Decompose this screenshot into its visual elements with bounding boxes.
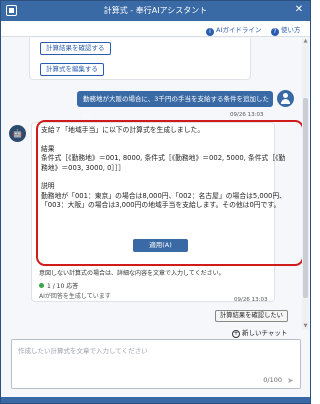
response-count: 1 / 10 応答 [39,281,78,290]
ai-guideline-label: AIガイドライン [216,26,262,34]
ai-answer-content: 支給７「地域手当」に以下の計算式を生成しました。 結果 条件式［《勤務地》＝00… [41,126,291,211]
explanation-text: 勤務地が「001：東京」の場合は8,000円、「002：名古屋」の場合は5,00… [41,191,286,210]
previous-ai-message: 計算結果を確認する 計算式を編集する [29,38,251,80]
ai-guideline-link[interactable]: i AIガイドライン [206,24,261,36]
edit-formula-suggestion-button[interactable]: 計算式を編集する [40,63,104,76]
answer-intro: 支給７「地域手当」に以下の計算式を生成しました。 [41,126,205,134]
result-heading: 結果 [41,144,55,153]
confirm-result-button[interactable]: 計算結果を確認したい [215,310,288,322]
plus-icon: + [232,330,240,338]
bottom-bar [1,397,310,403]
info-icon: i [206,28,214,36]
help-link[interactable]: ? 使い方 [271,24,301,36]
help-label: 使い方 [281,26,301,34]
message-input[interactable] [18,345,288,373]
scroll-up-icon[interactable]: ▲ [302,38,309,45]
toolbar: i AIガイドライン ? 使い方 [1,21,310,37]
title-bar: 計算式 - 奉行AIアシスタント ✕ [1,1,310,21]
status-dot-icon [39,283,44,288]
chat-scrollbar[interactable]: ▲ ▼ [302,38,309,330]
window-title: 計算式 - 奉行AIアシスタント [103,6,208,15]
new-chat-label: 新しいチャット [242,329,288,337]
response-count-label: 1 / 10 応答 [47,283,79,290]
user-message-time: 09/26 13:03 [230,112,264,118]
ai-note-text: 意図しない計算式の場合は、詳細な内容を文章で入力してください。 [39,270,225,277]
send-icon[interactable]: ➤ [287,376,296,385]
explanation-heading: 説明 [41,182,55,190]
ai-avatar-icon: 🤖 [9,125,26,142]
close-button[interactable]: ✕ [293,4,305,16]
scroll-thumb[interactable] [303,98,308,298]
check-result-suggestion-button[interactable]: 計算結果を確認する [40,42,111,55]
app-window: 計算式 - 奉行AIアシスタント ✕ i AIガイドライン ? 使い方 計算結果を確… [0,0,311,404]
result-formula: 条件式［《勤務地》＝001, 8000, 条件式［《勤務地》＝002, 5000… [41,154,286,172]
scroll-down-icon[interactable]: ▼ [302,323,309,330]
message-input-area: 0/100 ➤ [11,339,301,389]
new-chat-button[interactable]: + 新しいチャット [232,327,287,338]
char-counter: 0/100 [263,376,282,384]
ai-message-time: 09/26 13:03 [234,297,268,303]
apply-button[interactable]: 適用(A) [133,239,188,252]
user-message-bubble: 勤務地が大阪の場合に、3千円の手当を支給する条件を追加したい [77,91,273,119]
ai-generating-status: AIが回答を生成しています [39,293,111,300]
user-avatar-icon [277,90,294,107]
help-icon: ? [271,28,279,36]
